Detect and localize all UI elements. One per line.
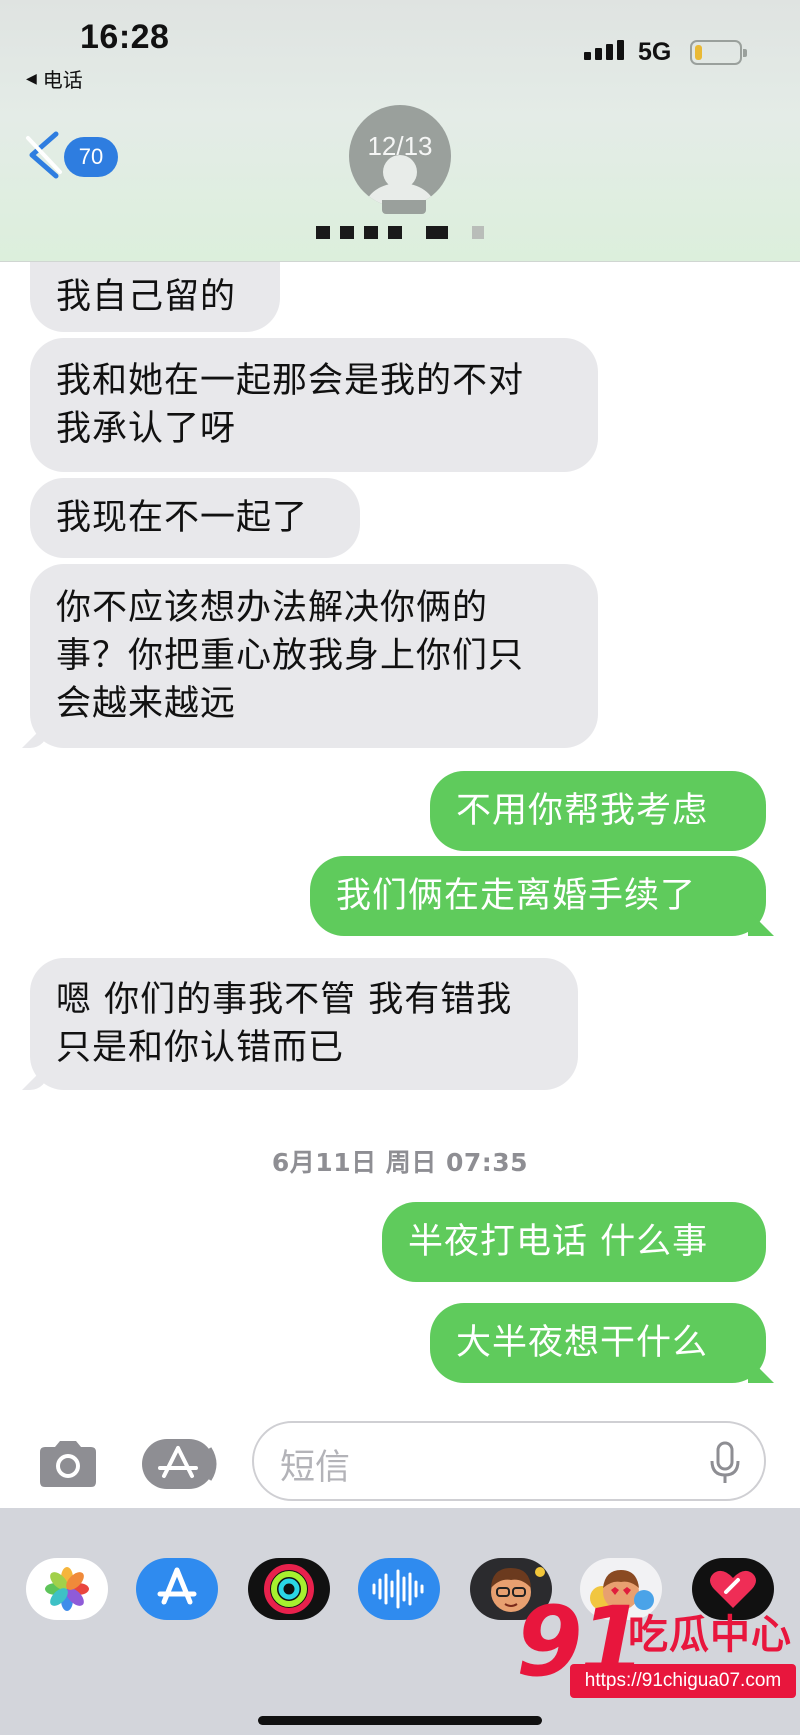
camera-icon[interactable]: [36, 1438, 100, 1490]
message-bubble-outgoing[interactable]: 我们俩在走离婚手续了: [310, 856, 766, 936]
message-bubble-incoming[interactable]: 嗯 你们的事我不管 我有错我 只是和你认错而已: [30, 958, 578, 1090]
back-app-label: 电话: [42, 68, 83, 92]
message-bubble-incoming[interactable]: 我自己留的: [30, 262, 280, 332]
message-bubble-outgoing[interactable]: 不用你帮我考虑: [430, 771, 766, 851]
message-bubble-incoming[interactable]: 你不应该想办法解决你俩的 事？你把重心放我身上你们只 会越来越远: [30, 564, 598, 748]
site-watermark: 91 吃瓜中心 https://91chigua07.com: [516, 1586, 800, 1720]
message-line: 会越来越远: [56, 684, 237, 724]
message-input[interactable]: 短信: [252, 1421, 766, 1501]
message-line: 事？你把重心放我身上你们只: [56, 636, 525, 676]
activity-rings-icon[interactable]: [248, 1558, 330, 1620]
message-line: 大半夜想干什么: [456, 1323, 709, 1363]
message-bubble-outgoing[interactable]: 半夜打电话 什么事: [382, 1202, 766, 1282]
message-line: 我们俩在走离婚手续了: [336, 876, 697, 916]
app-store-icon[interactable]: [136, 1558, 218, 1620]
message-bubble-incoming[interactable]: 我和她在一起那会是我的不对 我承认了呀: [30, 338, 598, 472]
network-type: 5G: [638, 38, 672, 66]
photos-icon[interactable]: [26, 1558, 108, 1620]
microphone-icon[interactable]: [708, 1441, 742, 1485]
message-line: 我自己留的: [56, 277, 237, 317]
messages-screen: 16:28 ◀ 电话 5G 70 12/13 我自己留的 我和她在一起那会是我的…: [0, 0, 800, 1735]
app-store-apps-icon[interactable]: [140, 1436, 220, 1492]
unread-count-badge[interactable]: 70: [64, 137, 118, 177]
back-chevron-icon[interactable]: [22, 130, 67, 180]
contact-avatar[interactable]: 12/13: [349, 105, 451, 207]
status-time: 16:28: [80, 18, 170, 56]
back-triangle-icon: ◀: [26, 70, 37, 87]
message-line: 我现在不一起了: [56, 498, 309, 538]
message-line: 半夜打电话 什么事: [408, 1222, 709, 1262]
message-line: 你不应该想办法解决你俩的: [56, 588, 489, 628]
conversation-header: 16:28 ◀ 电话 5G 70 12/13: [0, 0, 800, 262]
message-line: 我承认了呀: [56, 409, 237, 449]
avatar-text: 12/13: [367, 131, 433, 161]
audio-message-icon[interactable]: [358, 1558, 440, 1620]
message-line: 嗯 你们的事我不管 我有错我: [56, 980, 513, 1020]
back-to-app-link[interactable]: ◀ 电话: [26, 64, 83, 93]
contact-name-redacted[interactable]: [316, 226, 484, 239]
message-bubble-incoming[interactable]: 我现在不一起了: [30, 478, 360, 558]
home-indicator[interactable]: [258, 1716, 542, 1725]
message-line: 我和她在一起那会是我的不对: [56, 361, 525, 401]
watermark-url: https://91chigua07.com: [570, 1664, 796, 1698]
message-bubble-outgoing[interactable]: 大半夜想干什么: [430, 1303, 766, 1383]
message-timestamp: 6月11日 周日 07:35: [271, 1148, 529, 1177]
message-line: 不用你帮我考虑: [456, 791, 709, 831]
message-input-placeholder: 短信: [280, 1448, 351, 1488]
avatar-overlay-mark: [382, 200, 426, 214]
watermark-logo-text: 吃瓜中心: [628, 1612, 792, 1658]
signal-strength-icon: [584, 40, 624, 60]
battery-icon: [690, 40, 747, 65]
message-line: 只是和你认错而已: [56, 1028, 345, 1068]
